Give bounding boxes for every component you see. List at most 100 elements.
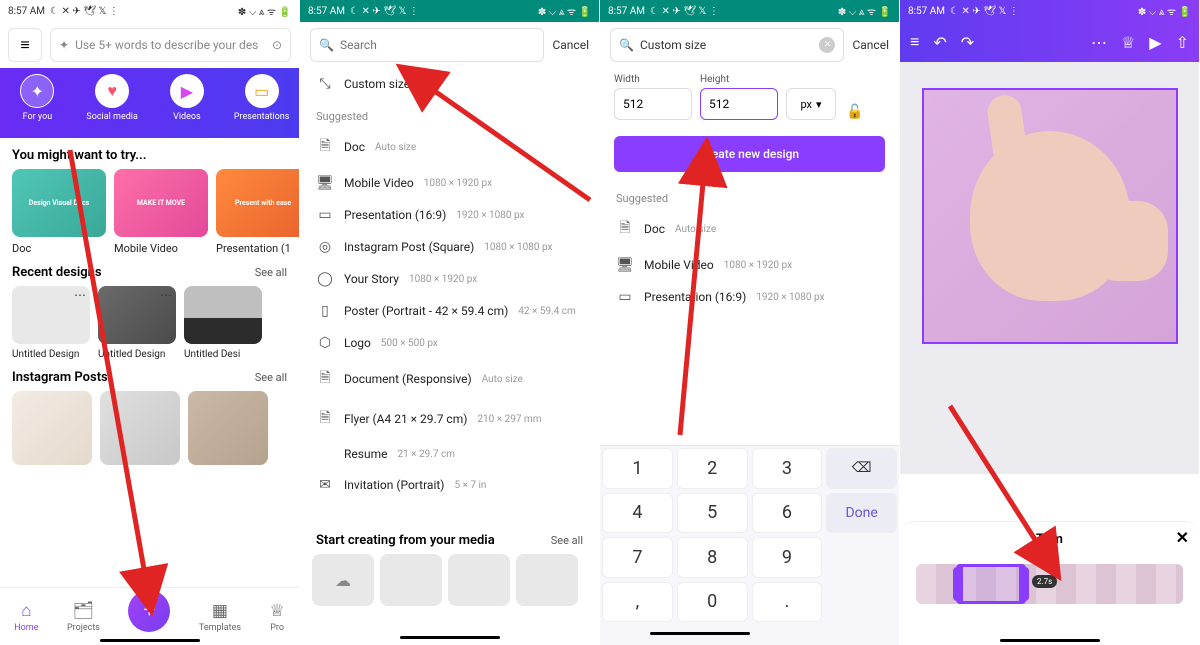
template-option[interactable]: 🖥Mobile Video 1080 × 1920 px bbox=[600, 249, 899, 281]
nav-projects[interactable]: 🗂Projects bbox=[67, 601, 100, 633]
media-tile[interactable] bbox=[380, 554, 442, 606]
sparkle-icon: ✦ bbox=[20, 74, 54, 108]
timeline[interactable]: 2.7s bbox=[916, 564, 1183, 604]
recent-heading: Recent designs See all bbox=[0, 255, 299, 286]
instagram-template[interactable] bbox=[100, 391, 180, 465]
search-input[interactable]: 🔍 ✕ bbox=[610, 28, 844, 62]
template-option[interactable]: ▯Poster (Portrait - 42 × 59.4 cm) 42 × 5… bbox=[300, 295, 599, 327]
more-icon[interactable]: ⋯ bbox=[1091, 33, 1107, 52]
lock-icon[interactable]: 🔓 bbox=[844, 104, 865, 120]
template-icon: ◎ bbox=[316, 239, 334, 255]
key-0[interactable]: 0 bbox=[677, 582, 748, 623]
instagram-heading: Instagram Posts See all bbox=[0, 360, 299, 391]
template-option[interactable]: 🗎Doc Auto size bbox=[600, 209, 899, 249]
comma-key[interactable]: , bbox=[602, 582, 673, 623]
media-tile[interactable] bbox=[448, 554, 510, 606]
template-option[interactable]: 🗎Document (Responsive) Auto size bbox=[300, 359, 599, 399]
backspace-key[interactable]: ⌫ bbox=[826, 448, 897, 489]
create-design-button[interactable]: Create new design bbox=[614, 136, 885, 172]
trim-handle-left[interactable] bbox=[953, 567, 963, 601]
more-icon[interactable]: ⋯ bbox=[74, 288, 86, 302]
search-field[interactable]: ✦ Use 5+ words to describe your des ⊙ bbox=[50, 28, 291, 62]
close-icon[interactable]: ✕ bbox=[1176, 528, 1189, 547]
menu-icon[interactable]: ≡ bbox=[910, 32, 919, 52]
redo-icon[interactable]: ↷ bbox=[961, 33, 974, 52]
see-all-link[interactable]: See all bbox=[255, 266, 287, 279]
create-fab[interactable]: + bbox=[128, 590, 170, 632]
media-tile[interactable] bbox=[516, 554, 578, 606]
template-option[interactable]: ▭Presentation (16:9) 1920 × 1080 px bbox=[600, 281, 899, 313]
size-inputs: Width Height px▾ 🔓 bbox=[600, 68, 899, 126]
instagram-template[interactable] bbox=[12, 391, 92, 465]
category-videos[interactable]: ▶ Videos bbox=[159, 74, 215, 122]
more-icon[interactable]: ⋯ bbox=[160, 288, 172, 302]
share-icon[interactable]: ⇧ bbox=[1176, 33, 1189, 52]
template-option[interactable]: ✉Invitation (Portrait) 5 × 7 in bbox=[300, 469, 599, 501]
category-social[interactable]: ♥ Social media bbox=[84, 74, 140, 122]
cancel-button[interactable]: Cancel bbox=[852, 38, 889, 52]
instagram-template[interactable] bbox=[188, 391, 268, 465]
done-key[interactable]: Done bbox=[826, 493, 897, 534]
custom-size-option[interactable]: ⤡ Custom size bbox=[300, 68, 599, 100]
category-foryou[interactable]: ✦ For you bbox=[9, 74, 65, 122]
trim-selection[interactable] bbox=[956, 564, 1026, 604]
template-option[interactable]: 🖥Mobile Video 1080 × 1920 px bbox=[300, 167, 599, 199]
see-all-link[interactable]: See all bbox=[255, 371, 287, 384]
template-icon: 🖥 bbox=[616, 257, 634, 273]
template-icon: ▯ bbox=[316, 303, 334, 319]
template-icon: 🗎 bbox=[316, 367, 334, 391]
canvas-area[interactable] bbox=[900, 62, 1199, 474]
crown-icon[interactable]: ♕ bbox=[1121, 33, 1135, 52]
template-option[interactable]: ▭Presentation (16:9) 1920 × 1080 px bbox=[300, 199, 599, 231]
play-icon[interactable]: ▶ bbox=[1149, 33, 1161, 52]
template-icon: 🗎 bbox=[316, 135, 334, 159]
height-field[interactable]: Height bbox=[700, 74, 778, 120]
recent-design[interactable]: Untitled Desi bbox=[184, 286, 262, 360]
see-all-link[interactable]: See all bbox=[551, 534, 583, 547]
undo-icon[interactable]: ↶ bbox=[933, 33, 946, 52]
key-9[interactable]: 9 bbox=[752, 537, 823, 578]
template-option[interactable]: 🗎Doc Auto size bbox=[300, 127, 599, 167]
recent-design[interactable]: ⋯ Untitled Design bbox=[12, 286, 90, 360]
upload-tile[interactable]: ☁ bbox=[312, 554, 374, 606]
key-3[interactable]: 3 bbox=[752, 448, 823, 489]
key-4[interactable]: 4 bbox=[602, 493, 673, 534]
try-row[interactable]: Design Visual Docs Doc MAKE IT MOVE Mobi… bbox=[0, 169, 299, 255]
panel-custom-size: 8:57 AM☾ ✕ ✈ 🕊 𝕏 ⋮ ✽ ⌵ ⩓ ᯤ 🔋 🔍 ✕ Cancel … bbox=[600, 0, 900, 645]
dot-key[interactable]: . bbox=[752, 582, 823, 623]
try-card-doc[interactable]: Design Visual Docs Doc bbox=[12, 169, 106, 255]
camera-icon[interactable]: ⊙ bbox=[272, 38, 282, 52]
unit-select[interactable]: px▾ bbox=[786, 88, 836, 120]
category-presentations[interactable]: ▭ Presentations bbox=[234, 74, 290, 122]
trim-title: Trim bbox=[1036, 532, 1063, 547]
try-card-presentation[interactable]: Present with ease Presentation (1 bbox=[216, 169, 299, 255]
key-8[interactable]: 8 bbox=[677, 537, 748, 578]
trim-handle-right[interactable] bbox=[1019, 567, 1029, 601]
key-7[interactable]: 7 bbox=[602, 537, 673, 578]
try-heading: You might want to try... bbox=[0, 138, 299, 169]
nav-home[interactable]: ⌂Home bbox=[14, 601, 38, 633]
template-option[interactable]: ◎Instagram Post (Square) 1080 × 1080 px bbox=[300, 231, 599, 263]
width-field[interactable]: Width bbox=[614, 74, 692, 120]
cancel-button[interactable]: Cancel bbox=[552, 38, 589, 52]
home-icon: ⌂ bbox=[21, 601, 31, 621]
instagram-row[interactable] bbox=[0, 391, 299, 465]
clear-icon[interactable]: ✕ bbox=[819, 37, 835, 53]
key-1[interactable]: 1 bbox=[602, 448, 673, 489]
templates-icon: ▦ bbox=[212, 601, 228, 621]
template-option[interactable]: ⬡Logo 500 × 500 px bbox=[300, 327, 599, 359]
template-option[interactable]: ◯Your Story 1080 × 1920 px bbox=[300, 263, 599, 295]
canvas[interactable] bbox=[922, 88, 1178, 344]
nav-templates[interactable]: ▦Templates bbox=[199, 601, 241, 633]
recent-row[interactable]: ⋯ Untitled Design ⋯ Untitled Design Unti… bbox=[0, 286, 299, 360]
template-option[interactable]: Resume 21 × 29.7 cm bbox=[300, 439, 599, 469]
recent-design[interactable]: ⋯ Untitled Design bbox=[98, 286, 176, 360]
key-2[interactable]: 2 bbox=[677, 448, 748, 489]
key-5[interactable]: 5 bbox=[677, 493, 748, 534]
key-6[interactable]: 6 bbox=[752, 493, 823, 534]
search-input[interactable]: 🔍 bbox=[310, 28, 544, 62]
try-card-mobile-video[interactable]: MAKE IT MOVE Mobile Video bbox=[114, 169, 208, 255]
menu-button[interactable]: ≡ bbox=[8, 28, 42, 62]
nav-pro[interactable]: ♕Pro bbox=[270, 601, 285, 633]
template-option[interactable]: 🗎Flyer (A4 21 × 29.7 cm) 210 × 297 mm bbox=[300, 399, 599, 439]
